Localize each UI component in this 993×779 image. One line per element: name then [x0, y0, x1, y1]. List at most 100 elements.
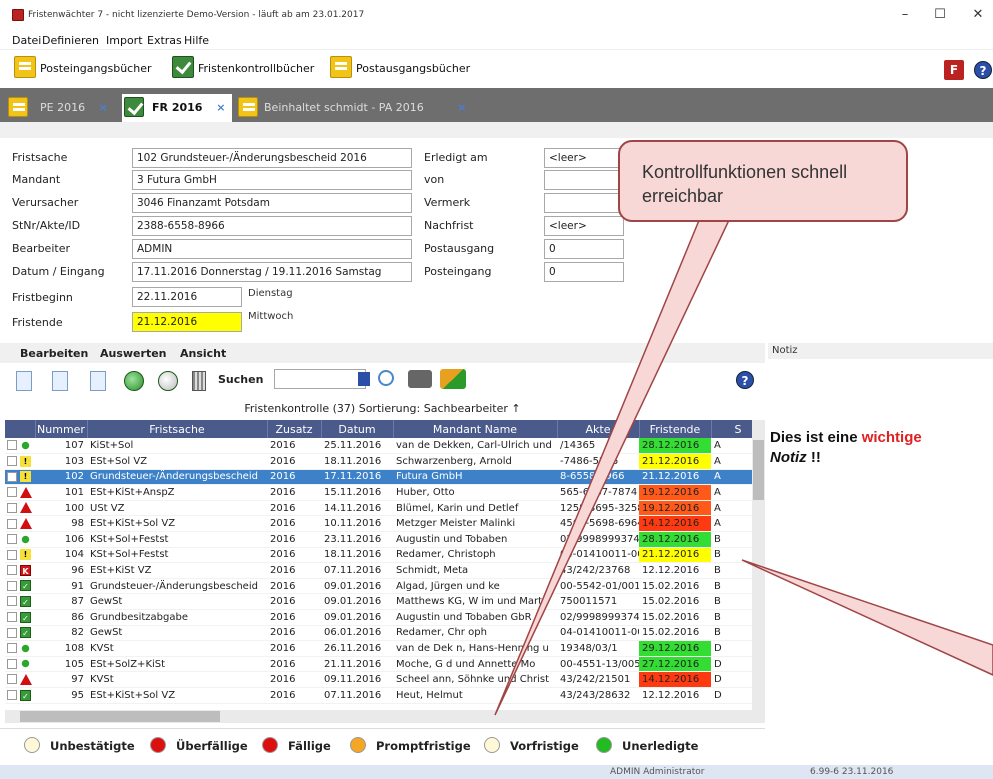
delete-icon[interactable] — [192, 371, 206, 391]
row-checkbox[interactable] — [7, 627, 17, 638]
row-checkbox[interactable] — [7, 471, 17, 482]
close-button[interactable]: ✕ — [958, 4, 993, 26]
row-status-cell[interactable] — [5, 500, 35, 517]
close-tab-icon[interactable]: × — [457, 101, 466, 114]
status-grey-icon[interactable] — [158, 371, 178, 391]
row-checkbox[interactable] — [7, 549, 17, 560]
row-status-cell[interactable]: ! — [5, 453, 35, 470]
row-status-cell[interactable] — [5, 531, 35, 548]
table-row[interactable]: 97 KVSt 2016 09.11.2016 Scheel ann, Söhnke u… — [5, 671, 765, 688]
table-row[interactable]: ✓ 87 GewSt 2016 09.01.2016 Matthews KG, W im … — [5, 593, 765, 611]
grid-header-7[interactable]: Fristende — [639, 420, 712, 438]
print-icon[interactable] — [408, 370, 432, 388]
row-checkbox[interactable] — [7, 674, 17, 685]
table-row[interactable]: ✓ 82 GewSt 2016 06.01.2016 Redamer, Chr oph 04… — [5, 625, 765, 642]
datum-field[interactable]: 17.11.2016 Donnerstag / 19.11.2016 Samst… — [132, 262, 412, 282]
row-status-cell[interactable] — [5, 438, 35, 455]
row-status-cell[interactable]: K — [5, 562, 35, 579]
tab-schmidt-pa-2016[interactable]: Beinhaltet schmidt - PA 2016 × — [236, 94, 486, 122]
row-checkbox[interactable] — [7, 643, 17, 654]
row-checkbox[interactable] — [7, 502, 17, 513]
row-status-cell[interactable] — [5, 484, 35, 501]
stnr-field[interactable]: 2388-6558-8966 — [132, 216, 412, 236]
verursacher-field[interactable]: 3046 Finanzamt Potsdam — [132, 193, 412, 213]
table-row[interactable]: 106 KSt+Sol+Festst 2016 23.11.2016 Augustin … — [5, 531, 765, 548]
table-row[interactable]: 107 KiSt+Sol 2016 25.11.2016 van de Dekken, … — [5, 438, 765, 455]
row-status-cell[interactable]: ✓ — [5, 687, 35, 704]
row-status-cell[interactable] — [5, 515, 35, 533]
von-field[interactable] — [544, 170, 624, 190]
table-row[interactable]: 108 KVSt 2016 26.11.2016 van de Dek n, Hans-… — [5, 640, 765, 657]
table-row[interactable]: K 96 ESt+KiSt VZ 2016 07.11.2016 Schmidt, Met… — [5, 562, 765, 579]
help-icon[interactable]: ? — [974, 61, 992, 79]
new-document-icon[interactable] — [16, 371, 32, 391]
list-help-icon[interactable]: ? — [736, 371, 754, 389]
search-dropdown-icon[interactable] — [358, 372, 370, 386]
posteingang-button[interactable]: Posteingangsbücher — [40, 62, 151, 75]
fristende-field[interactable]: 21.12.2016 — [132, 312, 242, 332]
fristenwaechter-logo-icon[interactable]: F — [944, 60, 964, 80]
vertical-scroll-thumb[interactable] — [753, 440, 764, 500]
mandant-field[interactable]: 3 Futura GmbH — [132, 170, 412, 190]
postausgang-button[interactable]: Postausgangsbücher — [356, 62, 470, 75]
table-row[interactable]: ! 104 KSt+Sol+Festst 2016 18.11.2016 Redamer,… — [5, 547, 765, 564]
notiz-panel[interactable] — [768, 360, 993, 760]
menu-datei[interactable]: Datei — [12, 34, 41, 47]
horizontal-scroll-thumb[interactable] — [20, 711, 220, 722]
minimize-button[interactable]: – — [885, 4, 925, 26]
magnifier-icon[interactable] — [378, 370, 394, 386]
close-tab-icon[interactable]: × — [216, 101, 225, 114]
menu-ansicht[interactable]: Ansicht — [180, 347, 226, 360]
grid-header-6[interactable]: Akte — [557, 420, 640, 438]
bearbeiter-field[interactable]: ADMIN — [132, 239, 412, 259]
row-status-cell[interactable]: ✓ — [5, 578, 35, 595]
menu-auswerten[interactable]: Auswerten — [100, 347, 167, 360]
close-tab-icon[interactable]: × — [99, 101, 108, 114]
status-green-icon[interactable] — [124, 371, 144, 391]
row-checkbox[interactable] — [7, 580, 17, 591]
row-checkbox[interactable] — [7, 487, 17, 498]
fristsache-field[interactable]: 102 Grundsteuer-/Änderungsbescheid 2016 — [132, 148, 412, 168]
grid-header-1[interactable]: Nummer — [35, 420, 88, 438]
table-row[interactable]: 98 ESt+KiSt+Sol VZ 2016 10.11.2016 Metzger M… — [5, 515, 765, 533]
row-status-cell[interactable]: ! — [5, 547, 35, 564]
row-status-cell[interactable] — [5, 671, 35, 688]
row-checkbox[interactable] — [7, 612, 17, 623]
maximize-button[interactable]: ☐ — [920, 4, 960, 26]
table-row[interactable]: ✓ 91 Grundsteuer-/Änderungsbescheid 2016 09.… — [5, 578, 765, 595]
copy-document-icon[interactable] — [52, 371, 68, 391]
fristbeginn-field[interactable]: 22.11.2016 — [132, 287, 242, 307]
row-checkbox[interactable] — [7, 456, 17, 467]
row-checkbox[interactable] — [7, 658, 17, 669]
grid-header-5[interactable]: Mandant Name — [393, 420, 558, 438]
grid-header-0[interactable] — [5, 420, 36, 438]
table-row[interactable]: ! 103 ESt+Sol VZ 2016 18.11.2016 Schwarzenber… — [5, 453, 765, 470]
edit-document-icon[interactable] — [90, 371, 106, 391]
row-status-cell[interactable] — [5, 656, 35, 673]
menu-bearbeiten[interactable]: Bearbeiten — [20, 347, 88, 360]
row-status-cell[interactable]: ✓ — [5, 625, 35, 642]
transfer-arrows-icon[interactable] — [440, 369, 466, 389]
table-row[interactable]: 105 ESt+SolZ+KiSt 2016 21.11.2016 Moche, G d… — [5, 656, 765, 673]
row-checkbox[interactable] — [7, 518, 17, 529]
grid-header-4[interactable]: Datum — [321, 420, 394, 438]
row-status-cell[interactable]: ✓ — [5, 593, 35, 611]
menu-extras[interactable]: Extras — [147, 34, 182, 47]
row-checkbox[interactable] — [7, 596, 17, 607]
search-input[interactable] — [274, 369, 366, 389]
tab-pe-2016[interactable]: PE 2016 × — [6, 94, 118, 122]
vermerk-field[interactable] — [544, 193, 624, 213]
menu-definieren[interactable]: Definieren — [42, 34, 99, 47]
tab-fr-2016[interactable]: FR 2016 × — [122, 94, 232, 122]
postausgang-field[interactable]: 0 — [544, 239, 624, 259]
menu-hilfe[interactable]: Hilfe — [184, 34, 209, 47]
row-checkbox[interactable] — [7, 440, 17, 451]
row-status-cell[interactable]: ! — [5, 469, 35, 486]
table-row[interactable]: 100 USt VZ 2016 14.11.2016 Blümel, Karin und… — [5, 500, 765, 517]
posteingang-field[interactable]: 0 — [544, 262, 624, 282]
grid-header-3[interactable]: Zusatz — [267, 420, 322, 438]
nachfrist-field[interactable]: <leer> — [544, 216, 624, 236]
table-row[interactable]: 101 ESt+KiSt+AnspZ 2016 15.11.2016 Huber, Ot… — [5, 484, 765, 501]
row-checkbox[interactable] — [7, 565, 17, 576]
table-row[interactable]: ✓ 86 Grundbesitzabgabe 2016 09.01.2016 August… — [5, 609, 765, 626]
